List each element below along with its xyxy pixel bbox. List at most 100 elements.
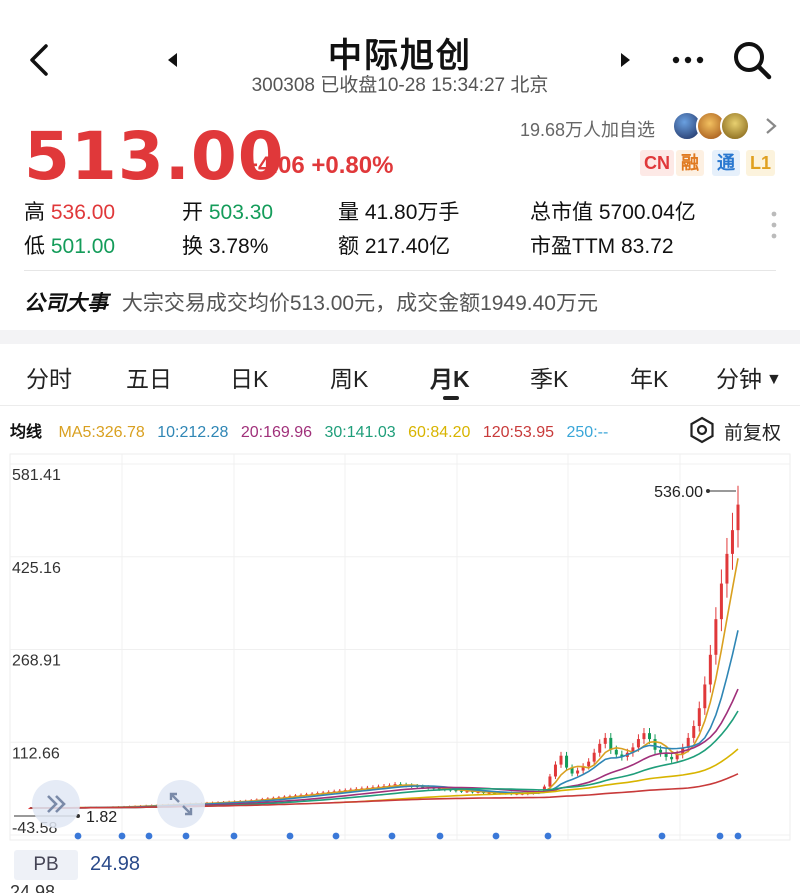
- ma-item: 120:53.95: [482, 424, 555, 441]
- badge-level1: L1: [746, 150, 776, 176]
- badge-margin: 融: [676, 150, 704, 176]
- top-navigation-bar: 中际旭创 300308 已收盘10-28 15:34:27 北京: [0, 0, 800, 104]
- pb-axis-label: 24.98: [10, 882, 56, 893]
- tab-monthly-k[interactable]: 月K: [430, 360, 470, 394]
- ma-item: 20:169.96: [240, 424, 313, 441]
- settings-hexagon-icon: [690, 416, 714, 444]
- monthly-k-chart[interactable]: 581.41425.16268.91112.66-43.58536.001.82: [0, 450, 800, 850]
- candle-body: [553, 764, 557, 777]
- stat-value: 83.72: [621, 235, 674, 258]
- tab-intraday[interactable]: 分时: [26, 360, 72, 394]
- tab-minute[interactable]: 分钟 ▼: [716, 360, 782, 394]
- event-dot: [388, 832, 396, 840]
- fullscreen-button[interactable]: [157, 780, 205, 828]
- divider: [24, 270, 776, 271]
- pb-value: 24.98: [90, 853, 141, 875]
- stat-amount: 额 217.40亿: [338, 230, 450, 260]
- high-marker-dot: [706, 488, 710, 493]
- event-dot: [658, 832, 666, 840]
- y-tick-label: 425.16: [12, 560, 61, 577]
- stat-label: 市盈TTM: [530, 235, 616, 258]
- ma-item: 250:--: [566, 424, 609, 441]
- tab-yearly-k[interactable]: 年K: [630, 360, 668, 394]
- stat-open: 开 503.30: [182, 196, 273, 226]
- avatar: [720, 111, 750, 141]
- stat-value: 503.30: [208, 201, 274, 224]
- candle-body: [670, 756, 674, 760]
- tab-quarterly-k[interactable]: 季K: [530, 360, 568, 394]
- event-dot: [182, 832, 190, 840]
- stat-value: 5700.04亿: [598, 201, 696, 224]
- pb-tag[interactable]: PB: [14, 850, 78, 880]
- event-dot: [492, 832, 500, 840]
- candle-body: [736, 504, 740, 531]
- candle-body: [697, 708, 701, 727]
- tab-weekly-k[interactable]: 周K: [330, 360, 368, 394]
- candle-body: [725, 553, 729, 584]
- event-dot: [74, 832, 82, 840]
- stat-label: 额: [338, 235, 359, 258]
- candle-body: [659, 749, 663, 753]
- event-dot: [230, 832, 238, 840]
- scroll-left-button[interactable]: [32, 780, 80, 828]
- candle-body: [592, 752, 596, 762]
- y-tick-label: 268.91: [12, 653, 61, 670]
- candle-body: [730, 530, 734, 554]
- event-text: 大宗交易成交均价513.00元，成交金额1949.40万元: [121, 292, 598, 315]
- y-tick-label: 581.41: [12, 467, 61, 484]
- price-adjust-toggle[interactable]: 前复权: [688, 416, 788, 444]
- badge-connect: 通: [712, 150, 740, 176]
- stat-pe-ttm: 市盈TTM 83.72: [530, 230, 674, 260]
- stat-label: 低: [24, 235, 45, 258]
- stat-value: 501.00: [50, 235, 116, 258]
- candle-body: [576, 770, 580, 774]
- stat-volume: 量 41.80万手: [338, 196, 459, 226]
- stat-high: 高 536.00: [24, 196, 115, 226]
- candle-body: [565, 755, 569, 768]
- more-options-icon[interactable]: [668, 52, 708, 68]
- stat-value: 3.78%: [208, 235, 269, 258]
- stat-market-cap: 总市值 5700.04亿: [530, 196, 696, 226]
- tab-five-day[interactable]: 五日: [126, 360, 172, 394]
- watchlist-count[interactable]: 19.68万人加自选: [520, 116, 655, 142]
- event-dot: [286, 832, 294, 840]
- stat-label: 开: [182, 201, 203, 224]
- ma-label: 均线: [10, 424, 43, 441]
- candle-body: [614, 749, 618, 755]
- expand-stats-icon[interactable]: [770, 210, 778, 240]
- stat-label: 量: [338, 201, 359, 224]
- ma-item: 30:141.03: [324, 424, 396, 441]
- search-icon[interactable]: [730, 38, 774, 82]
- section-gap: [0, 330, 800, 344]
- candle-body: [559, 755, 563, 765]
- event-dot: [145, 832, 153, 840]
- candle-body: [598, 743, 602, 753]
- candle-body: [548, 776, 552, 787]
- candle-body: [636, 739, 640, 748]
- candle-body: [692, 726, 696, 738]
- double-chevron-icon: [47, 795, 66, 813]
- ma-item: 60:84.20: [408, 424, 471, 441]
- stat-label: 高: [24, 201, 45, 224]
- chart-period-tabs: 分时 五日 日K 周K 月K 季K 年K 分钟 ▼: [0, 344, 800, 406]
- event-dot: [436, 832, 444, 840]
- y-tick-label: 112.66: [12, 745, 60, 762]
- tab-minute-label: 分钟: [716, 366, 762, 392]
- badge-cn: CN: [640, 150, 674, 176]
- next-stock-icon[interactable]: [617, 50, 633, 70]
- candle-body: [648, 733, 651, 740]
- ma-line: [29, 710, 739, 809]
- low-annotation: 1.82: [86, 809, 117, 826]
- price-change: +4.06 +0.80%: [244, 152, 394, 179]
- company-event-row[interactable]: 公司大事 大宗交易成交均价513.00元，成交金额1949.40万元: [24, 287, 598, 317]
- stat-value: 41.80万手: [364, 201, 460, 224]
- stat-low: 低 501.00: [24, 230, 115, 260]
- active-tab-indicator: [443, 396, 459, 400]
- stat-label: 总市值: [530, 201, 593, 224]
- chevron-right-icon[interactable]: [764, 116, 778, 136]
- candle-body: [653, 739, 657, 750]
- tab-daily-k[interactable]: 日K: [230, 360, 268, 394]
- watcher-avatars[interactable]: [672, 111, 756, 141]
- candle-body: [609, 737, 613, 750]
- stat-turnover: 换 3.78%: [182, 230, 268, 260]
